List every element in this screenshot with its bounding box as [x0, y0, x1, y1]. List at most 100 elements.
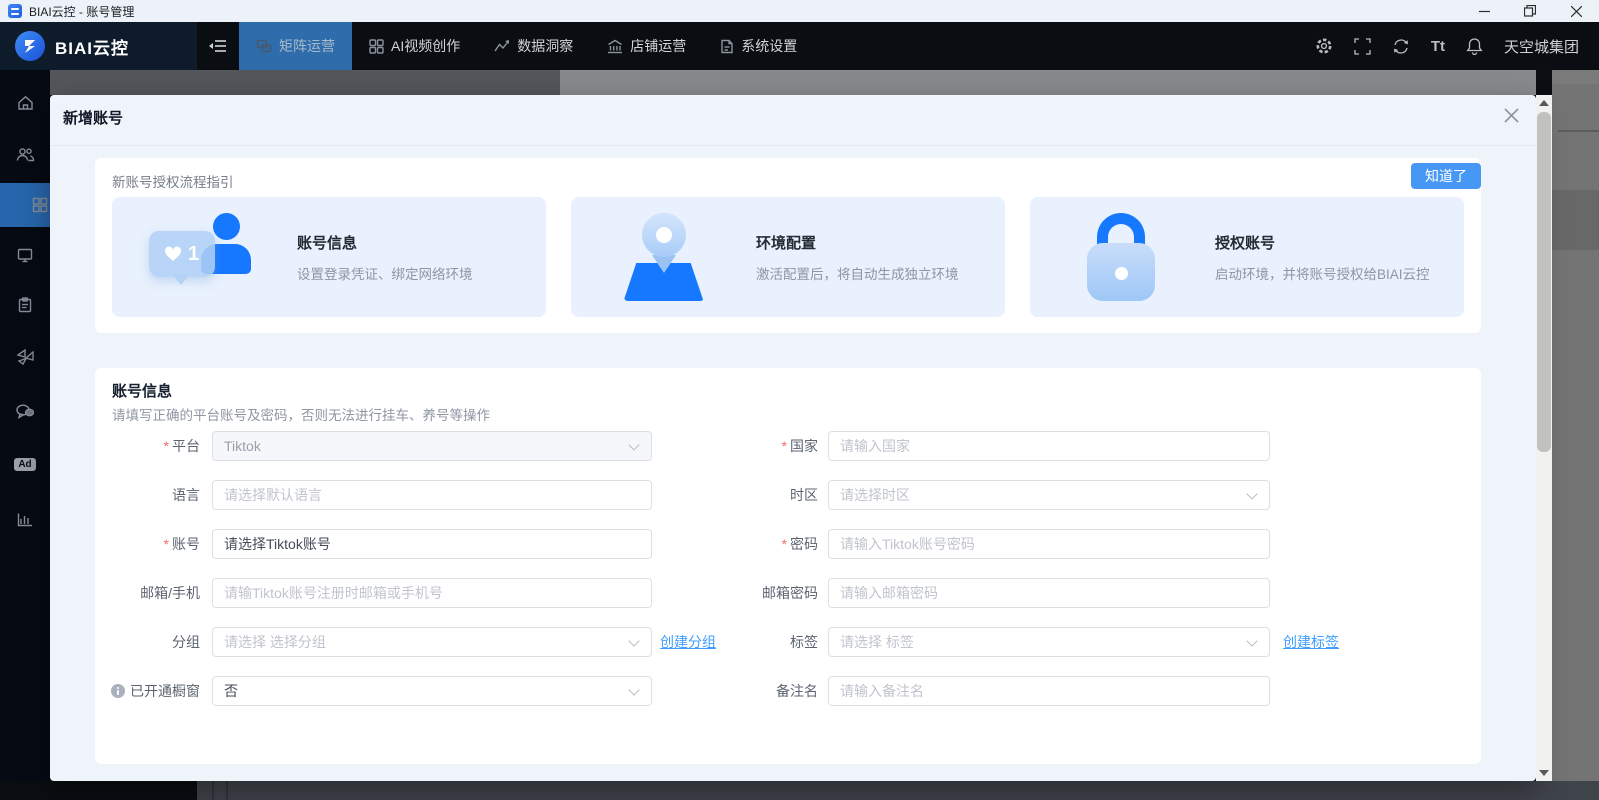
nav-tab-system-settings[interactable]: 系统设置	[703, 22, 814, 70]
dimmed-page-background	[50, 70, 560, 95]
header-actions: Tt 天空城集团	[1315, 22, 1599, 70]
guide-step-environment: 环境配置 激活配置后，将自动生成独立环境	[571, 197, 1005, 317]
close-window-button[interactable]	[1553, 0, 1599, 22]
app-header: BIAI云控 矩阵运营 AI视频创作 数据洞察 店铺运营 系统设置	[0, 22, 1599, 70]
account-like-icon: 1	[145, 211, 265, 303]
notifications-button[interactable]	[1466, 37, 1483, 55]
publish-icon	[17, 349, 34, 365]
menu-fold-button[interactable]	[197, 22, 239, 70]
step-desc: 设置登录凭证、绑定网络环境	[297, 263, 473, 283]
group-label: 分组	[112, 632, 200, 652]
email-phone-input[interactable]	[212, 578, 652, 608]
shop-window-select[interactable]: 否	[212, 676, 652, 706]
device-icon	[17, 248, 33, 263]
step-title: 授权账号	[1215, 232, 1430, 253]
matrix-active-icon	[32, 197, 48, 213]
sidebar-item-matrix-active[interactable]	[0, 183, 50, 227]
tags-select[interactable]: 请选择 标签	[828, 627, 1270, 657]
nav-tab-shop[interactable]: 店铺运营	[590, 22, 703, 70]
sidebar-item-publish[interactable]	[0, 335, 50, 379]
email-phone-label: 邮箱/手机	[112, 583, 200, 603]
restore-icon	[1524, 5, 1536, 17]
chevron-down-icon	[1246, 488, 1257, 499]
sidebar-item-ads[interactable]: Ad	[0, 442, 50, 486]
sidebar-item-home[interactable]	[0, 81, 50, 125]
chevron-down-icon	[628, 684, 639, 695]
home-icon	[17, 95, 34, 111]
password-label: * 密码	[717, 534, 818, 554]
sidebar-item-accounts[interactable]	[0, 132, 50, 176]
sidebar-item-analytics[interactable]	[0, 497, 50, 541]
chevron-down-icon	[628, 439, 639, 450]
menu-fold-icon	[209, 38, 227, 54]
scroll-up-icon[interactable]	[1539, 100, 1549, 106]
main-nav: 矩阵运营 AI视频创作 数据洞察 店铺运营 系统设置	[239, 22, 814, 70]
fullscreen-button[interactable]	[1354, 38, 1371, 55]
settings-icon	[1315, 37, 1333, 55]
ads-icon: Ad	[14, 458, 35, 471]
tasks-icon	[18, 297, 32, 313]
settings-button[interactable]	[1315, 37, 1333, 55]
platform-label: * 平台	[112, 436, 200, 456]
dialog-scrollbar[interactable]	[1536, 95, 1552, 781]
remark-label: 备注名	[717, 681, 818, 701]
platform-select[interactable]: Tiktok	[212, 431, 652, 461]
organization-name[interactable]: 天空城集团	[1504, 36, 1579, 57]
side-nav: Ad	[0, 70, 50, 800]
close-window-icon	[1571, 6, 1582, 17]
remark-input[interactable]	[828, 676, 1270, 706]
data-insight-icon	[494, 39, 510, 54]
brand-area: BIAI云控	[0, 22, 197, 70]
messages-icon	[16, 404, 34, 419]
form-row: 语言 时区 请选择时区	[112, 480, 1464, 510]
password-input[interactable]	[828, 529, 1270, 559]
form-row: * 平台 Tiktok * 国家	[112, 431, 1464, 461]
create-group-link[interactable]: 创建分组	[660, 634, 716, 650]
sidebar-item-device[interactable]	[0, 233, 50, 277]
system-settings-icon	[720, 39, 734, 54]
account-info-card: 账号信息 请填写正确的平台账号及密码，否则无法进行挂车、养号等操作 * 平台 T…	[95, 368, 1481, 764]
timezone-select[interactable]: 请选择时区	[828, 480, 1270, 510]
sidebar-item-tasks[interactable]	[0, 283, 50, 327]
ai-video-icon	[369, 39, 384, 54]
authorization-guide-card: 新账号授权流程指引 知道了 1 账号信息 设置登录凭证、绑定网络环境	[95, 158, 1481, 333]
nav-tab-matrix[interactable]: 矩阵运营	[239, 22, 352, 70]
guide-step-account-info: 1 账号信息 设置登录凭证、绑定网络环境	[112, 197, 546, 317]
app-logo-icon	[8, 4, 22, 18]
map-pin-icon	[604, 211, 724, 303]
scroll-down-icon[interactable]	[1539, 770, 1549, 776]
window-titlebar: BIAI云控 - 账号管理	[0, 0, 1599, 22]
dialog-divider	[50, 145, 1536, 146]
refresh-button[interactable]	[1392, 38, 1410, 55]
font-size-icon[interactable]: Tt	[1431, 38, 1445, 55]
email-password-input[interactable]	[828, 578, 1270, 608]
timezone-label: 时区	[717, 485, 818, 505]
guide-step-authorize: 授权账号 启动环境，并将账号授权给BIAI云控	[1030, 197, 1464, 317]
email-password-label: 邮箱密码	[717, 583, 818, 603]
language-input[interactable]	[212, 480, 652, 510]
scrollbar-thumb[interactable]	[1537, 112, 1551, 452]
dimmed-page-background	[197, 781, 1599, 800]
analytics-icon	[17, 512, 33, 527]
tags-label: 标签	[717, 632, 818, 652]
nav-tab-ai-video[interactable]: AI视频创作	[352, 22, 477, 70]
country-input[interactable]	[828, 431, 1270, 461]
info-icon[interactable]	[111, 684, 125, 698]
minimize-button[interactable]	[1461, 0, 1507, 22]
brand-name: BIAI云控	[55, 34, 129, 59]
form-heading: 账号信息	[112, 380, 172, 401]
bell-icon	[1466, 37, 1483, 55]
required-mark: *	[164, 438, 169, 454]
country-label: * 国家	[717, 436, 818, 456]
sidebar-item-messages[interactable]	[0, 389, 50, 433]
dialog-close-button[interactable]	[1501, 105, 1521, 125]
step-desc: 激活配置后，将自动生成独立环境	[756, 263, 959, 283]
account-input[interactable]	[212, 529, 652, 559]
create-tag-link[interactable]: 创建标签	[1283, 634, 1339, 650]
form-row: 已开通橱窗 否 备注名	[112, 676, 1464, 706]
got-it-button[interactable]: 知道了	[1411, 163, 1481, 189]
restore-button[interactable]	[1507, 0, 1553, 22]
nav-tab-data-insight[interactable]: 数据洞察	[477, 22, 590, 70]
group-select[interactable]: 请选择 选择分组	[212, 627, 652, 657]
heart-icon	[164, 246, 182, 262]
